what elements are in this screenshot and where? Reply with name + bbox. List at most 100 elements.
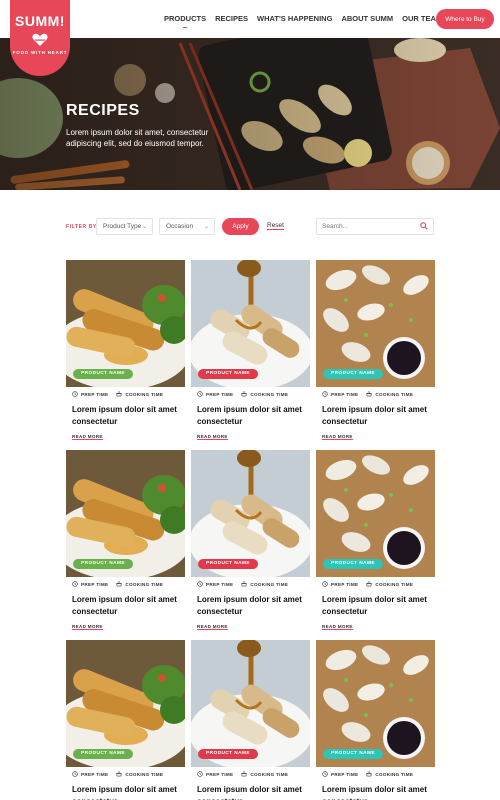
product-badge[interactable]: PRODUCT NAME xyxy=(198,559,258,569)
cooking-pot-icon xyxy=(116,581,123,587)
recipe-card[interactable]: PRODUCT NAME PREP TIME COOKING TIME Lorem i… xyxy=(316,640,435,800)
read-more-link[interactable]: READ MORE xyxy=(72,434,103,440)
cooking-time-label: COOKING TIME xyxy=(375,391,414,397)
chevron-down-icon: ⌄ xyxy=(141,224,147,230)
recipe-card[interactable]: PRODUCT NAME PREP TIME COOKING TIME Lorem i… xyxy=(316,450,435,635)
recipe-card[interactable]: PRODUCT NAME PREP TIME COOKING TIME Lorem i… xyxy=(66,260,185,445)
clock-icon xyxy=(322,581,328,587)
cooking-pot-icon xyxy=(366,581,373,587)
cooking-pot-icon xyxy=(116,771,123,777)
cooking-time-label: COOKING TIME xyxy=(375,771,414,777)
prep-time-label: PREP TIME xyxy=(331,391,359,397)
search-input[interactable] xyxy=(316,218,434,235)
prep-time-label: PREP TIME xyxy=(81,391,109,397)
recipe-card[interactable]: PRODUCT NAME PREP TIME COOKING TIME Lorem i… xyxy=(191,260,310,445)
product-badge[interactable]: PRODUCT NAME xyxy=(323,749,383,759)
prep-time-label: PREP TIME xyxy=(206,581,234,587)
cooking-time-label: COOKING TIME xyxy=(250,771,289,777)
recipe-title[interactable]: Lorem ipsum dolor sit amet consectetur xyxy=(72,404,184,428)
recipe-image[interactable] xyxy=(191,640,310,767)
occasion-select[interactable]: Occasion ⌄ xyxy=(159,218,215,235)
recipe-image[interactable] xyxy=(66,640,185,767)
cooking-pot-icon xyxy=(366,771,373,777)
prep-time-label: PREP TIME xyxy=(331,771,359,777)
cooking-pot-icon xyxy=(241,581,248,587)
recipe-meta: PREP TIME COOKING TIME xyxy=(322,581,413,587)
main-nav: PRODUCTS RECIPES WHAT'S HAPPENING ABOUT … xyxy=(164,14,442,23)
product-type-value: Product Type xyxy=(103,223,142,230)
cooking-time-label: COOKING TIME xyxy=(250,581,289,587)
cooking-pot-icon xyxy=(241,391,248,397)
product-badge[interactable]: PRODUCT NAME xyxy=(323,369,383,379)
recipe-image[interactable] xyxy=(316,450,435,577)
recipe-title[interactable]: Lorem ipsum dolor sit amet consectetur xyxy=(322,404,434,428)
filter-label: FILTER BY xyxy=(66,224,97,230)
product-type-select[interactable]: Product Type ⌄ xyxy=(96,218,153,235)
recipe-title[interactable]: Lorem ipsum dolor sit amet consectetur xyxy=(72,784,184,800)
read-more-link[interactable]: READ MORE xyxy=(72,624,103,630)
recipe-title[interactable]: Lorem ipsum dolor sit amet consectetur xyxy=(197,784,309,800)
nav-item-about-summ[interactable]: ABOUT SUMM xyxy=(341,14,393,23)
recipe-title[interactable]: Lorem ipsum dolor sit amet consectetur xyxy=(197,594,309,618)
cooking-time-label: COOKING TIME xyxy=(125,771,164,777)
recipe-title[interactable]: Lorem ipsum dolor sit amet consectetur xyxy=(197,404,309,428)
clock-icon xyxy=(197,581,203,587)
hero-description: Lorem ipsum dolor sit amet, consectetur … xyxy=(66,128,209,148)
recipe-card[interactable]: PRODUCT NAME PREP TIME COOKING TIME Lorem i… xyxy=(66,450,185,635)
recipe-title[interactable]: Lorem ipsum dolor sit amet consectetur xyxy=(72,594,184,618)
chevron-down-icon: ⌄ xyxy=(203,224,209,230)
recipe-meta: PREP TIME COOKING TIME xyxy=(322,771,413,777)
clock-icon xyxy=(322,391,328,397)
reset-link[interactable]: Reset xyxy=(267,222,284,230)
recipe-meta: PREP TIME COOKING TIME xyxy=(197,771,288,777)
recipe-image[interactable] xyxy=(66,260,185,387)
nav-item-recipes[interactable]: RECIPES xyxy=(215,14,248,23)
brand-name: SUMM! xyxy=(15,13,65,29)
product-badge[interactable]: PRODUCT NAME xyxy=(198,749,258,759)
recipe-meta: PREP TIME COOKING TIME xyxy=(197,581,288,587)
product-badge[interactable]: PRODUCT NAME xyxy=(73,749,133,759)
clock-icon xyxy=(72,581,78,587)
clock-icon xyxy=(72,391,78,397)
recipe-title[interactable]: Lorem ipsum dolor sit amet consectetur xyxy=(322,594,434,618)
where-to-buy-button[interactable]: Where to Buy xyxy=(436,9,494,29)
prep-time-label: PREP TIME xyxy=(81,771,109,777)
product-badge[interactable]: PRODUCT NAME xyxy=(323,559,383,569)
recipe-image[interactable] xyxy=(191,450,310,577)
nav-item-products[interactable]: PRODUCTS xyxy=(164,14,206,23)
recipe-title[interactable]: Lorem ipsum dolor sit amet consectetur xyxy=(322,784,434,800)
cooking-pot-icon xyxy=(116,391,123,397)
recipe-image[interactable] xyxy=(66,450,185,577)
recipe-card[interactable]: PRODUCT NAME PREP TIME COOKING TIME Lorem i… xyxy=(316,260,435,445)
brand-tagline: FOOD WITH HEART xyxy=(12,50,68,55)
recipe-image[interactable] xyxy=(316,640,435,767)
recipe-card[interactable]: PRODUCT NAME PREP TIME COOKING TIME Lorem i… xyxy=(191,450,310,635)
nav-item-whats-happening[interactable]: WHAT'S HAPPENING xyxy=(257,14,332,23)
occasion-value: Occasion xyxy=(166,223,194,230)
recipe-card[interactable]: PRODUCT NAME PREP TIME COOKING TIME Lorem i… xyxy=(191,640,310,800)
recipe-image[interactable] xyxy=(191,260,310,387)
read-more-link[interactable]: READ MORE xyxy=(197,434,228,440)
cooking-pot-icon xyxy=(366,391,373,397)
recipe-image[interactable] xyxy=(316,260,435,387)
cooking-time-label: COOKING TIME xyxy=(375,581,414,587)
recipe-meta: PREP TIME COOKING TIME xyxy=(72,771,163,777)
heart-icon xyxy=(32,33,48,46)
product-badge[interactable]: PRODUCT NAME xyxy=(73,369,133,379)
prep-time-label: PREP TIME xyxy=(331,581,359,587)
apply-button[interactable]: Apply xyxy=(222,218,259,235)
product-badge[interactable]: PRODUCT NAME xyxy=(198,369,258,379)
site-header: PRODUCTS RECIPES WHAT'S HAPPENING ABOUT … xyxy=(0,0,500,38)
prep-time-label: PREP TIME xyxy=(81,581,109,587)
cooking-time-label: COOKING TIME xyxy=(125,391,164,397)
read-more-link[interactable]: READ MORE xyxy=(197,624,228,630)
read-more-link[interactable]: READ MORE xyxy=(322,624,353,630)
prep-time-label: PREP TIME xyxy=(206,391,234,397)
logo[interactable]: SUMM! FOOD WITH HEART xyxy=(10,0,70,76)
product-badge[interactable]: PRODUCT NAME xyxy=(73,559,133,569)
recipe-card[interactable]: PRODUCT NAME PREP TIME COOKING TIME Lorem i… xyxy=(66,640,185,800)
filter-bar: FILTER BY Product Type ⌄ Occasion ⌄ Appl… xyxy=(0,217,500,239)
read-more-link[interactable]: READ MORE xyxy=(322,434,353,440)
prep-time-label: PREP TIME xyxy=(206,771,234,777)
search-icon[interactable] xyxy=(420,222,428,230)
